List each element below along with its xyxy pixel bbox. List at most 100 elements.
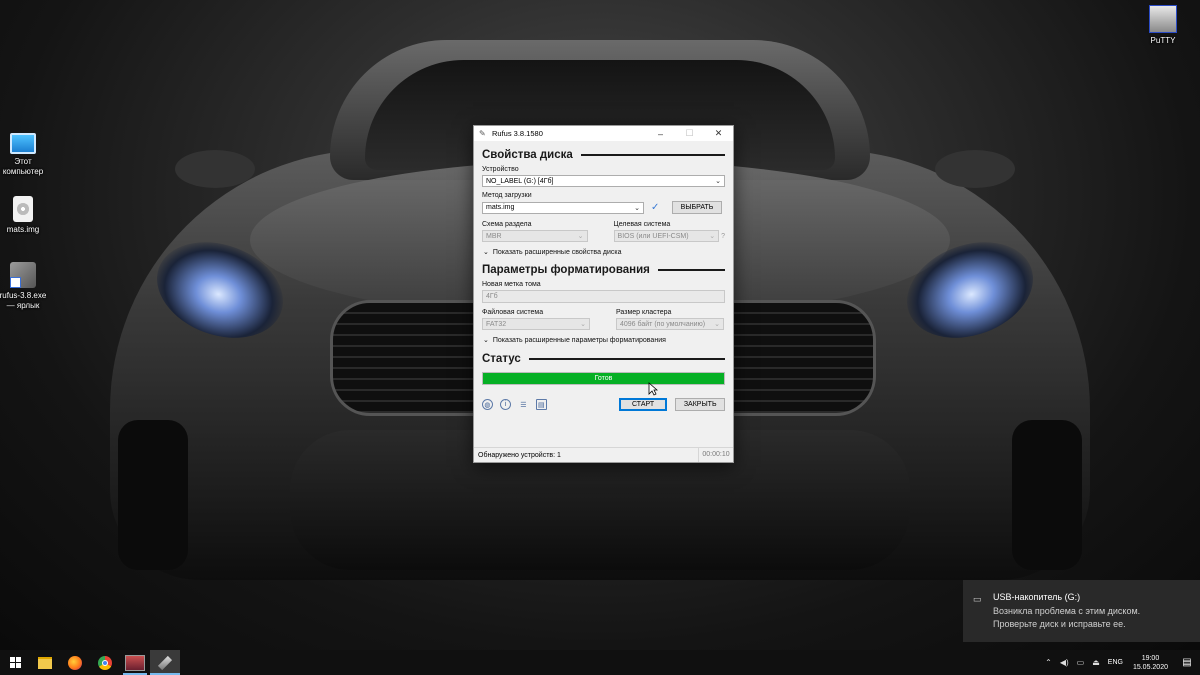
chevron-up-icon[interactable]: ⌃ <box>1045 658 1052 667</box>
firefox-icon <box>68 655 82 670</box>
desktop-icon-label: — ярлык <box>6 301 40 310</box>
desktop-icon-rufus-shortcut[interactable]: rufus-3.8.exe — ярлык <box>0 262 58 311</box>
start-menu-button[interactable] <box>0 650 30 675</box>
progress-bar: Готов <box>482 372 725 385</box>
minimize-button[interactable]: – <box>646 126 675 141</box>
clock-date: 15.05.2020 <box>1132 663 1168 671</box>
desktop-icon-putty[interactable]: PuTTY <box>1128 5 1198 46</box>
usb-notification-toast[interactable]: ▭ USB-накопитель (G:) Возникла проблема … <box>963 580 1200 642</box>
usb-drive-icon <box>157 655 173 670</box>
window-title: Rufus 3.8.1580 <box>492 129 543 138</box>
chevron-down-icon: ⌄ <box>715 178 721 185</box>
taskbar: ⌃ ◀) ▭ ⏏ ENG 19:00 15.05.2020 ▤ <box>0 650 1200 675</box>
chevron-down-icon: ⌄ <box>714 321 720 328</box>
settings-sliders-icon[interactable]: ☰ <box>518 399 529 410</box>
chevron-down-icon: ⌄ <box>577 233 584 240</box>
help-button[interactable]: ? <box>721 233 725 240</box>
usb-drive-icon: ▭ <box>973 594 982 604</box>
cluster-size-label: Размер кластера <box>616 309 672 316</box>
language-indicator[interactable]: ENG <box>1108 659 1123 666</box>
desktop-icon-label: Этот <box>14 157 32 166</box>
desktop-icon-mats-img[interactable]: mats.img <box>0 196 58 235</box>
check-circle-icon[interactable]: ✓ <box>651 202 663 214</box>
start-button[interactable]: СТАРТ <box>618 398 668 411</box>
car-wheel-left <box>118 420 188 570</box>
window-content: Свойства диска Устройство NO_LABEL (G:) … <box>474 141 733 450</box>
computer-icon <box>10 133 36 154</box>
target-system-label: Целевая система <box>613 221 671 228</box>
status-header: Статус <box>482 351 725 367</box>
device-label: Устройство <box>482 166 519 173</box>
boot-method-select[interactable]: mats.img ⌄ <box>482 201 644 214</box>
chevron-down-icon: ⌄ <box>709 233 716 240</box>
desktop-icon-label: rufus-3.8.exe <box>0 291 47 300</box>
mouse-cursor-icon <box>648 382 658 396</box>
rufus-icon <box>10 262 36 288</box>
folder-icon <box>38 656 52 669</box>
maximize-button[interactable]: ☐ <box>675 126 704 141</box>
usb-drive-icon: ✎ <box>479 129 486 138</box>
device-value: NO_LABEL (G:) [4Гб] <box>486 177 554 185</box>
putty-icon <box>1149 5 1177 33</box>
taskbar-rufus[interactable] <box>150 650 180 675</box>
toggle-label: Показать расширенные свойства диска <box>492 248 622 256</box>
select-image-button[interactable]: ВЫБРАТЬ <box>672 201 722 214</box>
taskbar-app-thumbnail[interactable] <box>120 650 150 675</box>
section-title: Параметры форматирования <box>482 264 650 276</box>
taskbar-chrome[interactable] <box>90 650 120 675</box>
toast-line-2: Проверьте диск и исправьте ее. <box>993 619 1126 629</box>
target-system-value: BIOS (или UEFI-CSM) <box>617 232 689 240</box>
section-divider <box>528 358 725 360</box>
chevron-down-icon: ⌄ <box>483 337 489 344</box>
car-mirror-left <box>175 150 255 188</box>
globe-icon[interactable]: ◍ <box>482 399 493 410</box>
close-button[interactable]: ЗАКРЫТЬ <box>675 398 726 411</box>
boot-method-value: mats.img <box>486 204 515 211</box>
progress-text: Готов <box>594 375 613 382</box>
file-system-label: Файловая система <box>482 309 544 316</box>
file-system-select[interactable]: FAT32 ⌄ <box>482 318 590 330</box>
show-advanced-drive-toggle[interactable]: ⌄ Показать расширенные свойства диска <box>482 247 725 257</box>
cluster-size-select[interactable]: 4096 байт (по умолчанию) ⌄ <box>616 318 724 330</box>
drive-properties-header: Свойства диска <box>482 147 725 163</box>
device-select[interactable]: NO_LABEL (G:) [4Гб] ⌄ <box>482 175 725 187</box>
desktop-icon-this-pc[interactable]: Этот компьютер <box>0 133 58 177</box>
usb-eject-icon[interactable]: ⏏ <box>1092 658 1100 667</box>
chevron-down-icon: ⌄ <box>483 249 489 256</box>
car-mirror-right <box>935 150 1015 188</box>
format-options-header: Параметры форматирования <box>482 262 725 278</box>
chevron-down-icon: ⌄ <box>634 204 640 212</box>
log-icon[interactable]: ▤ <box>535 399 547 410</box>
desktop-icon-label: компьютер <box>2 167 44 176</box>
notification-center-icon[interactable]: ▤ <box>1174 650 1200 675</box>
desktop-icon-label: mats.img <box>6 225 40 234</box>
chrome-icon <box>98 655 112 670</box>
window-titlebar[interactable]: ✎ Rufus 3.8.1580 – ☐ ✕ <box>474 126 733 141</box>
windows-logo-icon <box>9 657 21 668</box>
desktop-icon-label: PuTTY <box>1150 36 1176 45</box>
toast-line-1: Возникла проблема с этим диском. <box>993 606 1141 616</box>
file-system-value: FAT32 <box>486 320 507 328</box>
network-icon[interactable]: ▭ <box>1077 658 1085 667</box>
volume-label-input[interactable]: 4Гб <box>482 290 725 303</box>
disc-image-icon <box>13 196 33 222</box>
info-icon[interactable]: i <box>499 399 511 410</box>
toast-title: USB-накопитель (G:) <box>993 592 1081 602</box>
taskbar-file-explorer[interactable] <box>30 650 60 675</box>
speaker-icon[interactable]: ◀) <box>1060 658 1069 667</box>
cluster-size-value: 4096 байт (по умолчанию) <box>620 320 706 328</box>
clock[interactable]: 19:00 15.05.2020 <box>1133 654 1168 672</box>
car-wheel-right <box>1012 420 1082 570</box>
rufus-window[interactable]: ✎ Rufus 3.8.1580 – ☐ ✕ Свойства диска Ус… <box>473 125 734 463</box>
target-system-select[interactable]: BIOS (или UEFI-CSM) ⌄ <box>613 230 720 242</box>
clock-time: 19:00 <box>1141 654 1160 662</box>
taskbar-firefox[interactable] <box>60 650 90 675</box>
status-bar: Обнаружено устройств: 1 00:00:10 <box>474 447 733 462</box>
partition-scheme-select[interactable]: MBR ⌄ <box>482 230 588 242</box>
app-thumbnail-icon <box>125 654 145 671</box>
section-divider <box>657 269 725 271</box>
elapsed-time: 00:00:10 <box>698 448 733 462</box>
close-window-button[interactable]: ✕ <box>704 126 733 141</box>
partition-scheme-value: MBR <box>486 232 502 240</box>
show-advanced-format-toggle[interactable]: ⌄ Показать расширенные параметры формати… <box>482 335 725 345</box>
